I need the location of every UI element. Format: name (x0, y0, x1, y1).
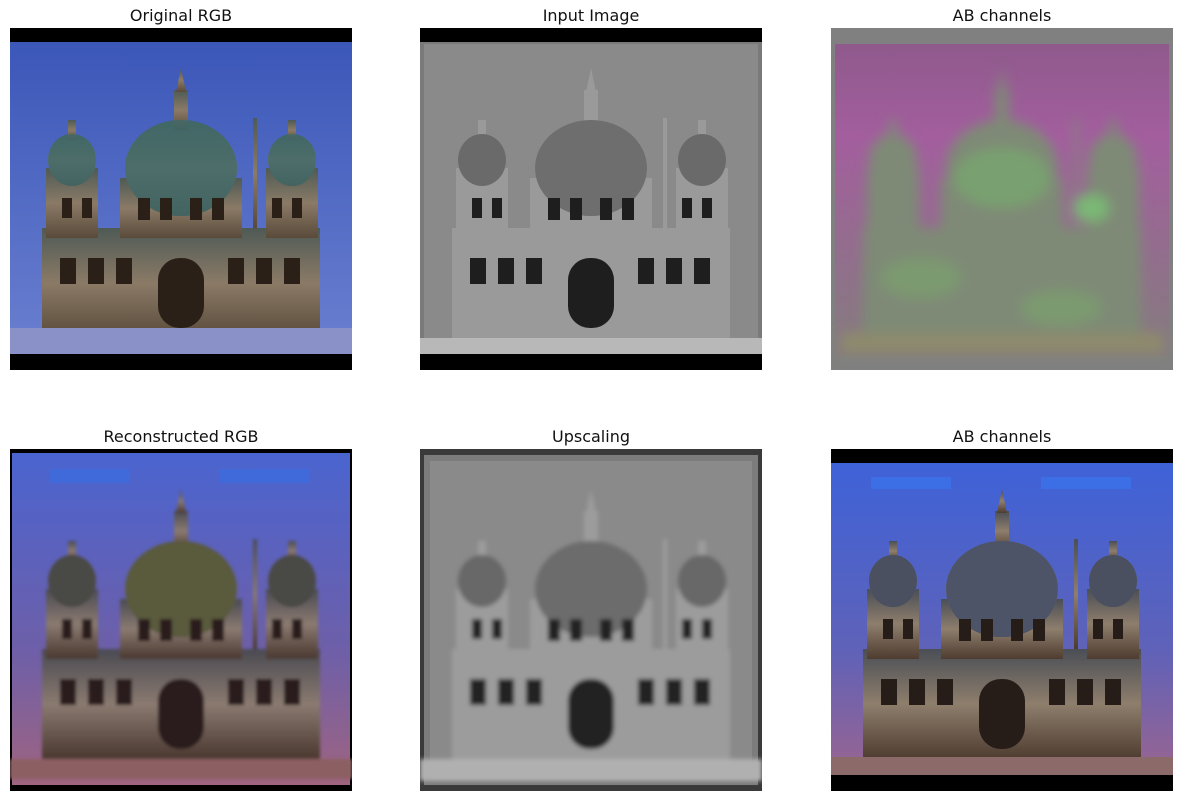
panel-title: AB channels (952, 427, 1052, 446)
reconstructed-rgb-image (10, 449, 352, 791)
panel-title: Reconstructed RGB (103, 427, 259, 446)
ab-channels-final-image (831, 449, 1173, 791)
upscaling-image (420, 449, 762, 791)
panel-title: Original RGB (129, 6, 233, 25)
original-rgb-image (10, 28, 352, 370)
panel-title: Upscaling (552, 427, 630, 446)
input-image (420, 28, 762, 370)
panel-title: Input Image (542, 6, 640, 25)
panel-title: AB channels (952, 6, 1052, 25)
ab-channels-image (831, 28, 1173, 370)
